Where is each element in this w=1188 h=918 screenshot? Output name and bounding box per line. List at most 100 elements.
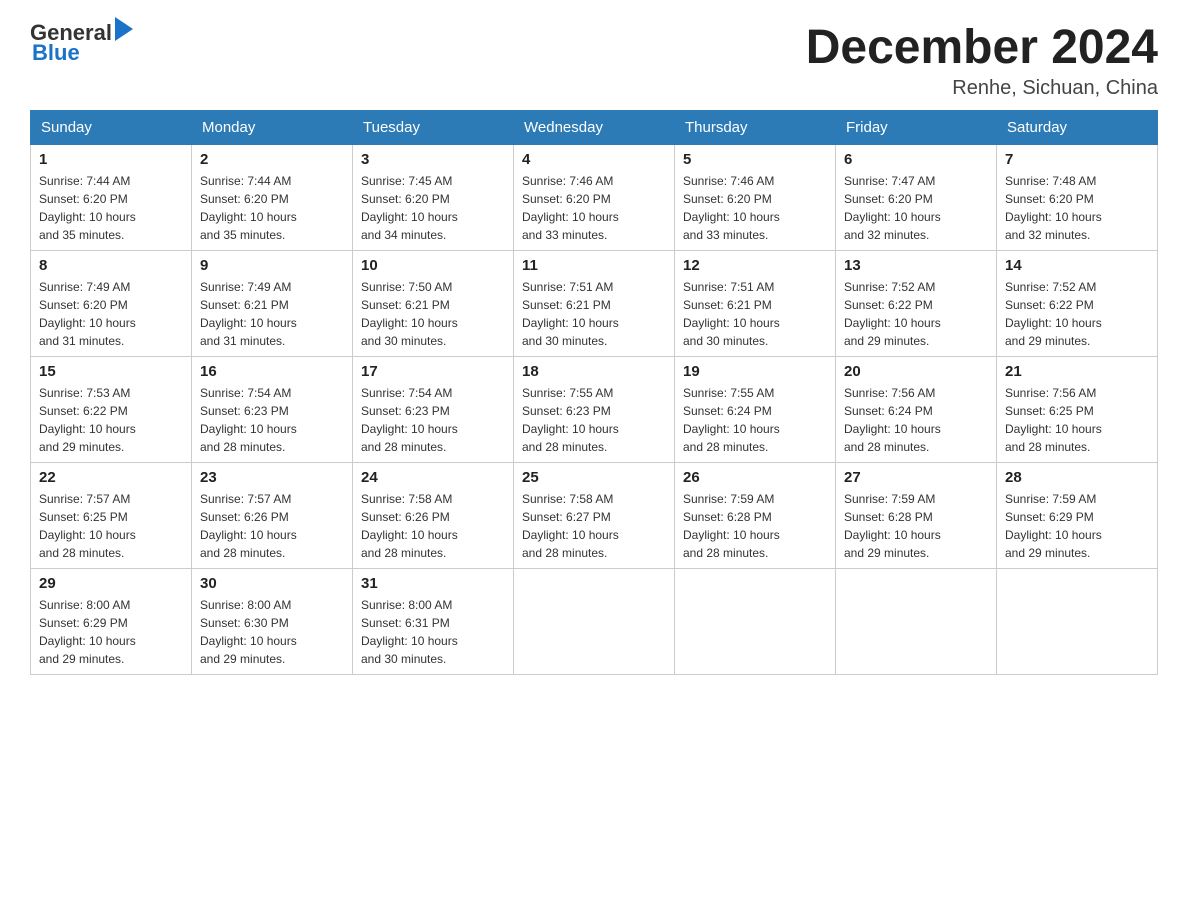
day-info: Sunrise: 7:54 AMSunset: 6:23 PMDaylight:… [200,384,344,456]
day-number: 16 [200,363,344,380]
logo-triangle-icon [115,17,133,41]
calendar-week-row: 22 Sunrise: 7:57 AMSunset: 6:25 PMDaylig… [31,463,1158,569]
calendar-cell: 11 Sunrise: 7:51 AMSunset: 6:21 PMDaylig… [514,251,675,357]
day-info: Sunrise: 7:51 AMSunset: 6:21 PMDaylight:… [683,278,827,350]
day-info: Sunrise: 7:57 AMSunset: 6:25 PMDaylight:… [39,490,183,562]
day-number: 25 [522,469,666,486]
day-info: Sunrise: 8:00 AMSunset: 6:30 PMDaylight:… [200,596,344,668]
day-info: Sunrise: 8:00 AMSunset: 6:29 PMDaylight:… [39,596,183,668]
calendar-week-row: 15 Sunrise: 7:53 AMSunset: 6:22 PMDaylig… [31,357,1158,463]
calendar-cell: 31 Sunrise: 8:00 AMSunset: 6:31 PMDaylig… [353,569,514,675]
day-info: Sunrise: 7:46 AMSunset: 6:20 PMDaylight:… [522,172,666,244]
day-info: Sunrise: 7:57 AMSunset: 6:26 PMDaylight:… [200,490,344,562]
day-info: Sunrise: 7:59 AMSunset: 6:28 PMDaylight:… [683,490,827,562]
day-info: Sunrise: 7:44 AMSunset: 6:20 PMDaylight:… [39,172,183,244]
day-info: Sunrise: 7:56 AMSunset: 6:25 PMDaylight:… [1005,384,1149,456]
location-text: Renhe, Sichuan, China [806,77,1158,100]
calendar-cell: 8 Sunrise: 7:49 AMSunset: 6:20 PMDayligh… [31,251,192,357]
calendar-cell: 28 Sunrise: 7:59 AMSunset: 6:29 PMDaylig… [997,463,1158,569]
calendar-week-row: 8 Sunrise: 7:49 AMSunset: 6:20 PMDayligh… [31,251,1158,357]
day-info: Sunrise: 7:46 AMSunset: 6:20 PMDaylight:… [683,172,827,244]
day-number: 24 [361,469,505,486]
day-info: Sunrise: 7:47 AMSunset: 6:20 PMDaylight:… [844,172,988,244]
day-info: Sunrise: 7:51 AMSunset: 6:21 PMDaylight:… [522,278,666,350]
calendar-header-saturday: Saturday [997,111,1158,145]
day-number: 2 [200,151,344,168]
calendar-cell: 30 Sunrise: 8:00 AMSunset: 6:30 PMDaylig… [192,569,353,675]
calendar-header-friday: Friday [836,111,997,145]
day-number: 13 [844,257,988,274]
calendar-cell: 22 Sunrise: 7:57 AMSunset: 6:25 PMDaylig… [31,463,192,569]
day-number: 27 [844,469,988,486]
calendar-cell: 26 Sunrise: 7:59 AMSunset: 6:28 PMDaylig… [675,463,836,569]
calendar-cell: 16 Sunrise: 7:54 AMSunset: 6:23 PMDaylig… [192,357,353,463]
calendar-cell: 24 Sunrise: 7:58 AMSunset: 6:26 PMDaylig… [353,463,514,569]
day-info: Sunrise: 7:59 AMSunset: 6:29 PMDaylight:… [1005,490,1149,562]
page-header: General Blue December 2024 Renhe, Sichua… [30,20,1158,100]
calendar-header-thursday: Thursday [675,111,836,145]
day-number: 22 [39,469,183,486]
calendar-cell: 23 Sunrise: 7:57 AMSunset: 6:26 PMDaylig… [192,463,353,569]
calendar-cell: 17 Sunrise: 7:54 AMSunset: 6:23 PMDaylig… [353,357,514,463]
day-number: 6 [844,151,988,168]
calendar-cell: 29 Sunrise: 8:00 AMSunset: 6:29 PMDaylig… [31,569,192,675]
calendar-cell: 3 Sunrise: 7:45 AMSunset: 6:20 PMDayligh… [353,145,514,251]
calendar-cell: 7 Sunrise: 7:48 AMSunset: 6:20 PMDayligh… [997,145,1158,251]
calendar-cell: 1 Sunrise: 7:44 AMSunset: 6:20 PMDayligh… [31,145,192,251]
day-info: Sunrise: 7:53 AMSunset: 6:22 PMDaylight:… [39,384,183,456]
day-info: Sunrise: 7:54 AMSunset: 6:23 PMDaylight:… [361,384,505,456]
day-number: 23 [200,469,344,486]
day-number: 14 [1005,257,1149,274]
calendar-week-row: 29 Sunrise: 8:00 AMSunset: 6:29 PMDaylig… [31,569,1158,675]
day-number: 10 [361,257,505,274]
logo-blue-text: Blue [32,40,80,66]
calendar-cell: 5 Sunrise: 7:46 AMSunset: 6:20 PMDayligh… [675,145,836,251]
day-info: Sunrise: 7:49 AMSunset: 6:20 PMDaylight:… [39,278,183,350]
day-number: 4 [522,151,666,168]
day-info: Sunrise: 7:50 AMSunset: 6:21 PMDaylight:… [361,278,505,350]
day-number: 26 [683,469,827,486]
day-number: 31 [361,575,505,592]
day-number: 29 [39,575,183,592]
calendar-cell: 25 Sunrise: 7:58 AMSunset: 6:27 PMDaylig… [514,463,675,569]
calendar-header-wednesday: Wednesday [514,111,675,145]
calendar-cell: 20 Sunrise: 7:56 AMSunset: 6:24 PMDaylig… [836,357,997,463]
day-number: 8 [39,257,183,274]
calendar-table: SundayMondayTuesdayWednesdayThursdayFrid… [30,110,1158,675]
day-number: 30 [200,575,344,592]
calendar-cell [675,569,836,675]
day-number: 17 [361,363,505,380]
calendar-cell: 2 Sunrise: 7:44 AMSunset: 6:20 PMDayligh… [192,145,353,251]
calendar-cell: 21 Sunrise: 7:56 AMSunset: 6:25 PMDaylig… [997,357,1158,463]
calendar-header-row: SundayMondayTuesdayWednesdayThursdayFrid… [31,111,1158,145]
month-title: December 2024 [806,20,1158,75]
calendar-header-tuesday: Tuesday [353,111,514,145]
day-number: 3 [361,151,505,168]
day-number: 19 [683,363,827,380]
day-number: 9 [200,257,344,274]
day-info: Sunrise: 8:00 AMSunset: 6:31 PMDaylight:… [361,596,505,668]
day-info: Sunrise: 7:52 AMSunset: 6:22 PMDaylight:… [1005,278,1149,350]
calendar-cell [997,569,1158,675]
day-number: 5 [683,151,827,168]
day-info: Sunrise: 7:58 AMSunset: 6:26 PMDaylight:… [361,490,505,562]
day-info: Sunrise: 7:58 AMSunset: 6:27 PMDaylight:… [522,490,666,562]
day-number: 21 [1005,363,1149,380]
day-info: Sunrise: 7:45 AMSunset: 6:20 PMDaylight:… [361,172,505,244]
day-info: Sunrise: 7:56 AMSunset: 6:24 PMDaylight:… [844,384,988,456]
logo: General Blue [30,20,133,66]
calendar-week-row: 1 Sunrise: 7:44 AMSunset: 6:20 PMDayligh… [31,145,1158,251]
day-info: Sunrise: 7:44 AMSunset: 6:20 PMDaylight:… [200,172,344,244]
day-info: Sunrise: 7:55 AMSunset: 6:24 PMDaylight:… [683,384,827,456]
day-info: Sunrise: 7:55 AMSunset: 6:23 PMDaylight:… [522,384,666,456]
calendar-cell: 18 Sunrise: 7:55 AMSunset: 6:23 PMDaylig… [514,357,675,463]
day-number: 7 [1005,151,1149,168]
day-info: Sunrise: 7:49 AMSunset: 6:21 PMDaylight:… [200,278,344,350]
day-number: 1 [39,151,183,168]
calendar-cell: 13 Sunrise: 7:52 AMSunset: 6:22 PMDaylig… [836,251,997,357]
day-number: 20 [844,363,988,380]
calendar-cell: 12 Sunrise: 7:51 AMSunset: 6:21 PMDaylig… [675,251,836,357]
day-info: Sunrise: 7:48 AMSunset: 6:20 PMDaylight:… [1005,172,1149,244]
calendar-cell: 6 Sunrise: 7:47 AMSunset: 6:20 PMDayligh… [836,145,997,251]
day-number: 28 [1005,469,1149,486]
